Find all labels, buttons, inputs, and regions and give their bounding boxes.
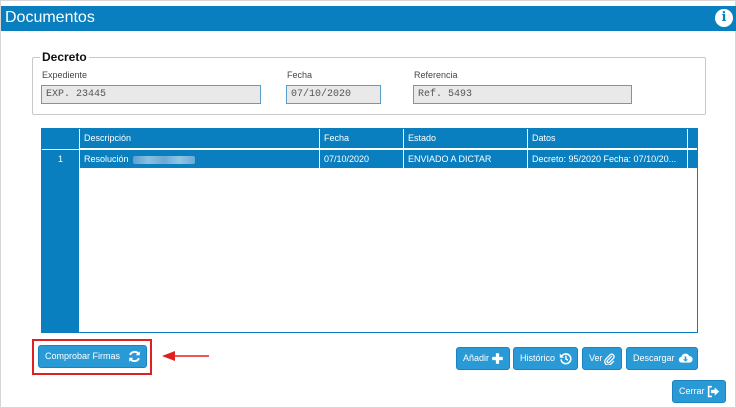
cell-estado: ENVIADO A DICTAR: [403, 150, 527, 168]
fecha-label: Fecha: [287, 70, 313, 80]
plus-icon: [492, 353, 503, 364]
info-icon[interactable]: i: [715, 9, 733, 27]
documents-grid: Descripción Fecha Estado Datos 1 Resoluc…: [41, 128, 698, 333]
table-row[interactable]: 1 Resolución 07/10/2020 ENVIADO A DICTAR…: [42, 149, 697, 168]
cell-descripcion: Resolución: [79, 150, 319, 168]
column-header-spacer: [687, 129, 697, 148]
column-header-fecha[interactable]: Fecha: [319, 129, 403, 148]
documentos-dialog: Documentos i Decreto Expediente EXP. 234…: [0, 0, 736, 408]
cerrar-label: Cerrar: [679, 386, 705, 396]
cell-spacer: [687, 150, 697, 168]
cloud-download-icon: [678, 353, 693, 363]
dialog-title: Documentos: [5, 9, 95, 26]
decreto-fieldset: Decreto: [32, 50, 706, 115]
cerrar-button[interactable]: Cerrar: [672, 380, 726, 403]
decreto-legend: Decreto: [42, 50, 87, 64]
arrow-left-icon: [162, 351, 209, 361]
anadir-label: Añadir: [463, 353, 490, 363]
historico-button[interactable]: Histórico: [513, 347, 578, 370]
expediente-field[interactable]: EXP. 23445: [41, 85, 261, 104]
ver-button[interactable]: Ver: [582, 347, 622, 370]
fecha-field[interactable]: 07/10/2020: [286, 85, 381, 104]
descargar-button[interactable]: Descargar: [626, 347, 698, 370]
paperclip-icon: [604, 353, 615, 365]
cell-fecha: 07/10/2020: [319, 150, 403, 168]
expediente-label: Expediente: [42, 70, 88, 80]
descargar-label: Descargar: [633, 353, 675, 363]
referencia-label: Referencia: [414, 70, 458, 80]
referencia-field[interactable]: Ref. 5493: [413, 85, 632, 104]
cell-descripcion-text: Resolución: [84, 154, 129, 164]
row-number: 1: [57, 154, 63, 164]
anadir-button[interactable]: Añadir: [456, 347, 510, 370]
title-bar: Documentos i: [1, 6, 736, 31]
history-icon: [559, 353, 572, 365]
column-header-datos[interactable]: Datos: [527, 129, 687, 148]
historico-label: Histórico: [520, 353, 556, 363]
grid-header: Descripción Fecha Estado Datos: [42, 129, 697, 148]
ver-label: Ver: [589, 353, 603, 363]
highlight-box: [32, 339, 152, 375]
redacted-text: [132, 155, 195, 164]
column-header-estado[interactable]: Estado: [403, 129, 527, 148]
sign-out-icon: [707, 385, 720, 398]
cell-datos: Decreto: 95/2020 Fecha: 07/10/20...: [527, 150, 687, 168]
column-header-descripcion[interactable]: Descripción: [79, 129, 319, 148]
